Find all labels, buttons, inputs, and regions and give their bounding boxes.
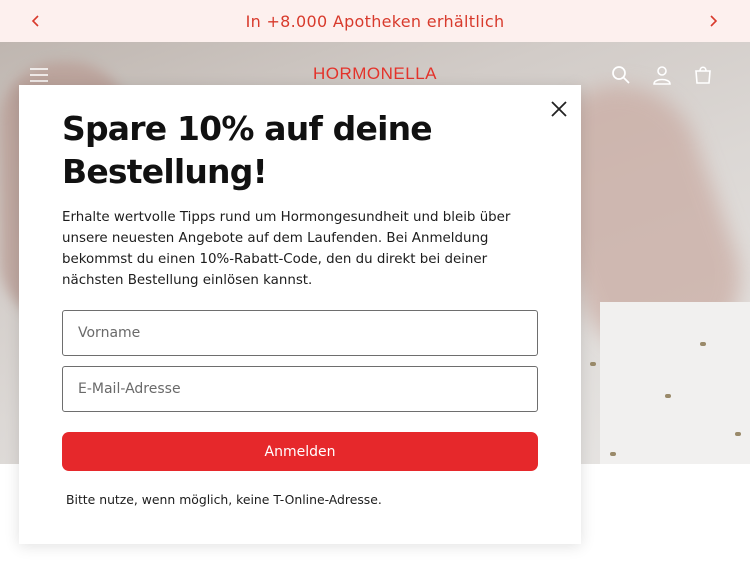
newsletter-popup: Spare 10% auf deine Bestellung! Erhalte … <box>19 85 581 544</box>
announcement-text: In +8.000 Apotheken erhältlich <box>245 11 505 31</box>
close-icon[interactable] <box>547 97 571 121</box>
submit-button[interactable]: Anmelden <box>62 432 538 471</box>
popup-description: Erhalte wertvolle Tipps rund um Hormonge… <box>62 210 511 288</box>
user-icon[interactable] <box>650 63 674 87</box>
logo[interactable]: HORMONELLA <box>308 64 442 84</box>
first-name-field[interactable] <box>62 310 538 356</box>
cart-icon[interactable] <box>691 63 715 87</box>
email-note: Bitte nutze, wenn möglich, keine T-Onlin… <box>66 492 382 507</box>
chevron-left-icon[interactable] <box>26 11 46 31</box>
email-field[interactable] <box>62 366 538 412</box>
announcement-bar: In +8.000 Apotheken erhältlich <box>0 0 750 42</box>
chevron-right-icon[interactable] <box>703 11 723 31</box>
hamburger-menu-icon[interactable] <box>27 64 51 86</box>
search-icon[interactable] <box>609 63 633 87</box>
popup-title: Spare 10% auf deine Bestellung! <box>62 109 433 191</box>
